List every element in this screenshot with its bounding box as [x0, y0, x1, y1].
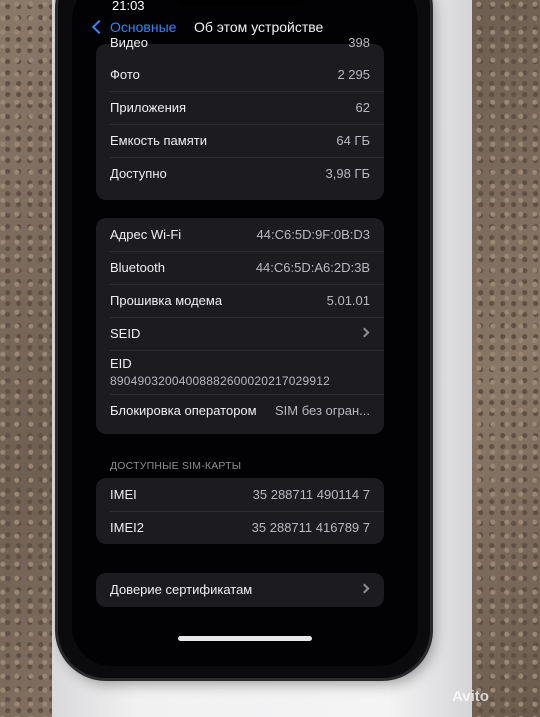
row-label: Видео: [110, 35, 148, 50]
seid-row[interactable]: SEID: [96, 317, 384, 350]
row-label: IMEI2: [110, 520, 144, 535]
sim-section-header: ДОСТУПНЫЕ SIM-КАРТЫ: [110, 460, 242, 472]
row-value: 44:C6:5D:A6:2D:3B: [255, 260, 370, 275]
row-label: EID: [110, 356, 132, 371]
row-value: 3,98 ГБ: [325, 166, 370, 181]
network-group: Адрес Wi-Fi 44:C6:5D:9F:0B:D3 Bluetooth …: [96, 218, 384, 434]
row-label: Приложения: [110, 100, 187, 115]
list-item: Видео 398: [96, 26, 384, 59]
row-label: Доверие сертификатам: [110, 582, 253, 597]
status-time: 21:03: [112, 0, 145, 13]
modem-firmware-row: Прошивка модема 5.01.01: [96, 284, 384, 317]
notch: [172, 0, 312, 6]
sim-group: IMEI 35 288711 490114 7 IMEI2 35 288711 …: [96, 478, 384, 544]
imei2-row: IMEI2 35 288711 416789 7: [96, 511, 384, 544]
chevron-right-icon: [359, 583, 370, 594]
certificate-trust-row[interactable]: Доверие сертификатам: [96, 573, 384, 606]
row-label: Прошивка модема: [110, 293, 223, 308]
list-item: Приложения 62: [96, 91, 384, 124]
row-value: 44:C6:5D:9F:0B:D3: [256, 227, 370, 242]
row-label: Доступно: [110, 166, 167, 181]
eid-row: EID 89049032004008882600020217029912: [96, 350, 384, 394]
row-value: 2 295: [337, 67, 370, 82]
list-item: Фото 2 295: [96, 58, 384, 91]
row-value: 35 288711 490114 7: [252, 487, 370, 502]
row-label: Блокировка оператором: [110, 403, 257, 418]
row-value: 35 288711 416789 7: [251, 520, 370, 535]
row-value: SIM без огран...: [275, 403, 370, 418]
row-label: Адрес Wi-Fi: [110, 227, 182, 242]
chevron-right-icon: [359, 327, 370, 338]
row-value: 398: [348, 35, 370, 50]
row-label: Bluetooth: [110, 260, 165, 275]
storage-group: Видео 398 Фото 2 295 Приложения 62 Емкос…: [96, 35, 384, 200]
row-value: 62: [355, 100, 370, 115]
row-label: IMEI: [110, 487, 137, 502]
list-item: Доступно 3,98 ГБ: [96, 157, 384, 190]
carrier-lock-row: Блокировка оператором SIM без огран...: [96, 394, 384, 427]
imei-row: IMEI 35 288711 490114 7: [96, 478, 384, 511]
home-indicator[interactable]: [178, 636, 312, 641]
row-value: 89049032004008882600020217029912: [110, 374, 330, 388]
avito-watermark: Avito: [452, 688, 489, 705]
bluetooth-row: Bluetooth 44:C6:5D:A6:2D:3B: [96, 251, 384, 284]
list-item: Емкость памяти 64 ГБ: [96, 124, 384, 157]
row-label: Фото: [110, 67, 140, 82]
wifi-address-row: Адрес Wi-Fi 44:C6:5D:9F:0B:D3: [96, 218, 384, 251]
row-value: 64 ГБ: [336, 133, 370, 148]
row-label: Емкость памяти: [110, 133, 207, 148]
certificates-group: Доверие сертификатам: [96, 573, 384, 607]
phone-screen: 21:03 Основные Об этом устройстве Видео …: [72, 0, 418, 666]
row-label: SEID: [110, 326, 141, 341]
row-value: 5.01.01: [326, 293, 370, 308]
